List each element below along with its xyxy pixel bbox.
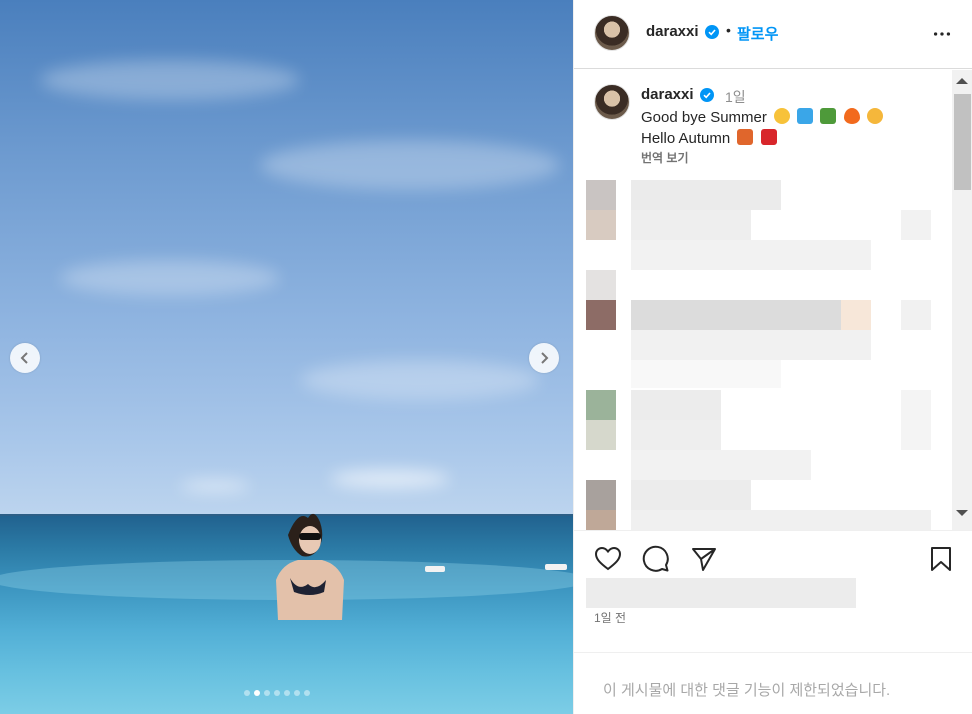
maple-leaf-emoji <box>760 129 777 145</box>
wave-emoji <box>797 108 814 124</box>
carousel-dot <box>264 690 270 696</box>
comments-scrollbar[interactable] <box>952 70 972 530</box>
share-button[interactable] <box>690 545 718 573</box>
verified-badge-icon <box>705 25 719 39</box>
save-button[interactable] <box>927 545 955 573</box>
carousel-dot <box>294 690 300 696</box>
comments-disabled-text: 이 게시물에 대한 댓글 기능이 제한되었습니다. <box>603 682 891 699</box>
caption-text-2: Hello Autumn <box>641 130 731 147</box>
woman-in-pool <box>276 513 344 620</box>
caption-line-1: Good bye Summer <box>641 108 883 126</box>
comment-button[interactable] <box>642 545 670 573</box>
sun-face-emoji <box>774 108 791 124</box>
chevron-left-icon <box>20 352 28 364</box>
author-username[interactable]: daraxxi <box>646 23 699 40</box>
header-separator: • <box>726 22 731 38</box>
carousel-dot <box>254 690 260 696</box>
verified-badge-icon <box>700 88 714 102</box>
bookmark-icon <box>931 547 951 571</box>
caption-line-2: Hello Autumn <box>641 129 777 147</box>
prev-slide-button[interactable] <box>10 343 40 373</box>
post-timestamp[interactable]: 1일 전 <box>594 609 626 626</box>
carousel-dot <box>304 690 310 696</box>
heart-icon <box>594 546 622 571</box>
more-options-icon <box>933 32 951 36</box>
instagram-post-dialog: daraxxi • 팔로우 daraxxi 1일 Good bye Summer… <box>0 0 972 714</box>
translate-button[interactable]: 번역 보기 <box>641 149 689 166</box>
carousel-dot <box>244 690 250 696</box>
palm-tree-emoji <box>820 108 837 124</box>
chevron-right-icon <box>541 352 549 364</box>
comments-section: daraxxi 1일 Good bye Summer Hello Autumn <box>574 70 972 530</box>
author-avatar[interactable] <box>594 15 630 51</box>
caption-author-avatar[interactable] <box>594 84 630 120</box>
scroll-up-arrow[interactable] <box>956 78 968 84</box>
scroll-down-arrow[interactable] <box>956 510 968 516</box>
like-button[interactable] <box>594 545 622 573</box>
fire-emoji <box>843 108 860 124</box>
follow-button[interactable]: 팔로우 <box>737 23 778 44</box>
leaves-emoji <box>737 129 754 145</box>
next-slide-button[interactable] <box>529 343 559 373</box>
more-options-button[interactable] <box>930 22 954 46</box>
caption-author-username[interactable]: daraxxi <box>641 86 694 103</box>
carousel-dot <box>284 690 290 696</box>
post-sidebar: daraxxi • 팔로우 daraxxi 1일 Good bye Summer… <box>573 0 972 714</box>
post-header: daraxxi • 팔로우 <box>574 0 972 69</box>
caption-text-1: Good bye Summer <box>641 109 767 126</box>
scrollbar-thumb[interactable] <box>954 94 971 190</box>
comments-disabled-notice: 이 게시물에 대한 댓글 기능이 제한되었습니다. <box>574 652 972 714</box>
carousel-indicator <box>244 690 310 696</box>
post-photo <box>0 0 573 714</box>
share-icon <box>692 548 716 571</box>
comment-icon <box>642 545 669 572</box>
carousel-dot <box>274 690 280 696</box>
pleading-face-emoji <box>866 108 883 124</box>
caption-time[interactable]: 1일 <box>725 87 746 107</box>
